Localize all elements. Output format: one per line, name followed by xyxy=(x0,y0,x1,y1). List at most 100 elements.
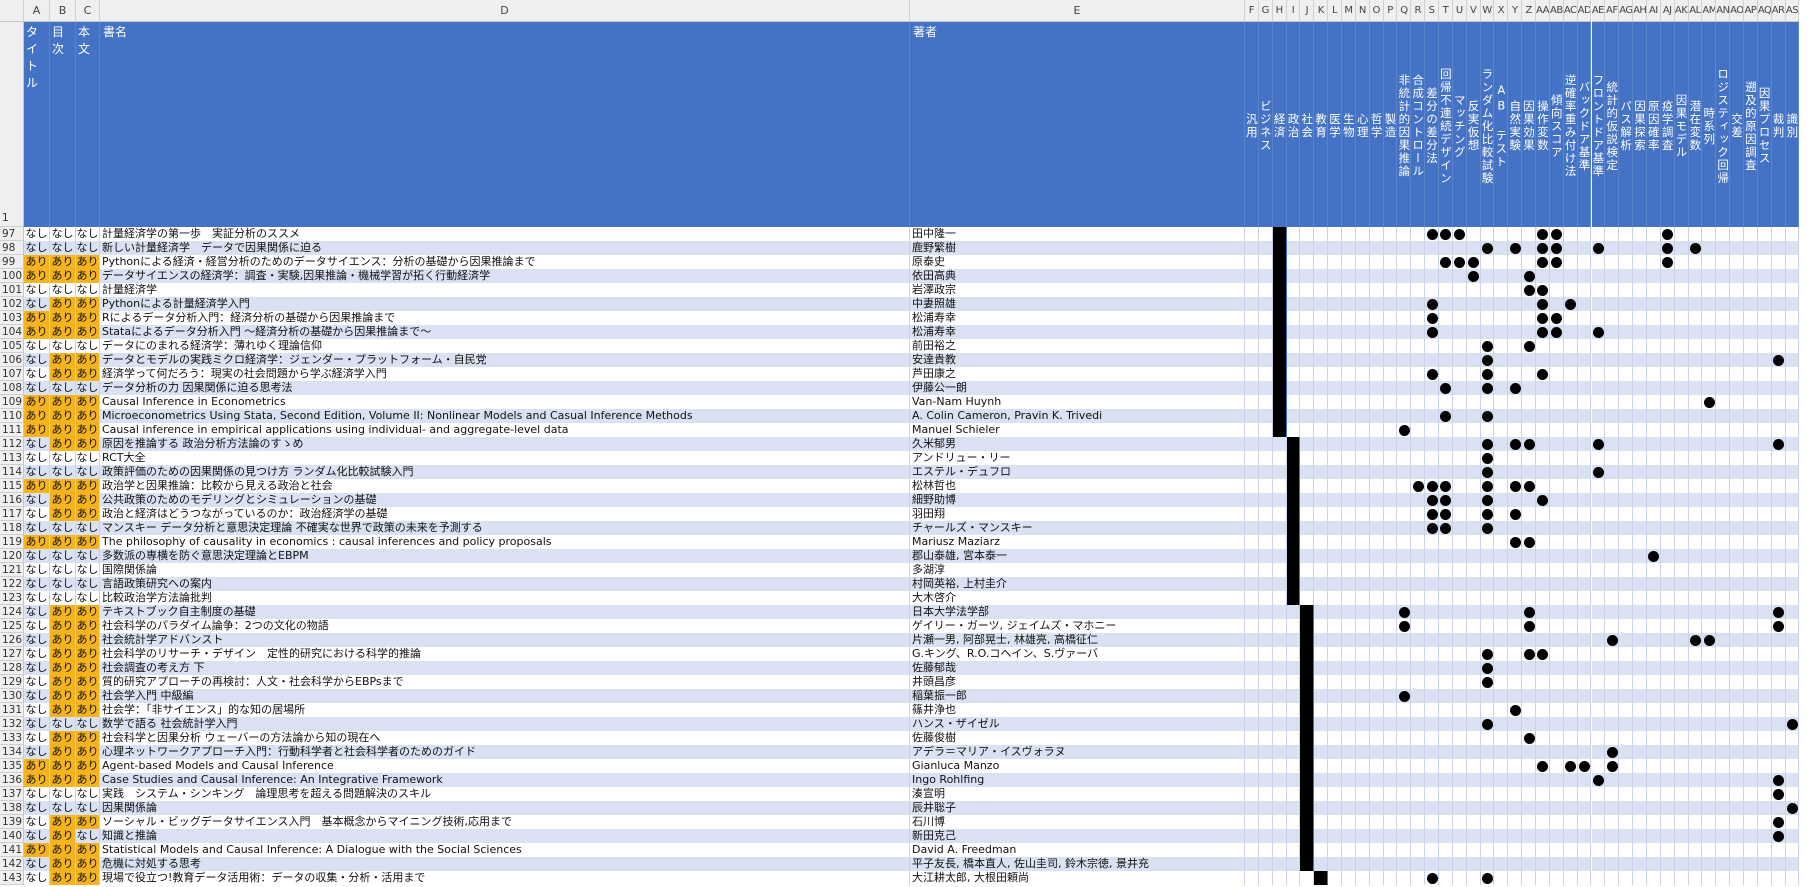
tag-cell-z[interactable] xyxy=(1522,591,1537,605)
availability-c-cell[interactable]: あり xyxy=(76,871,100,885)
tag-cell-aj[interactable] xyxy=(1660,423,1675,437)
tag-cell-al[interactable] xyxy=(1688,269,1703,283)
tag-cell-z[interactable] xyxy=(1522,535,1537,549)
tag-cell-aa[interactable] xyxy=(1536,717,1550,731)
header-a[interactable]: タイトル xyxy=(24,22,50,227)
tag-cell-ap[interactable] xyxy=(1743,619,1758,633)
tag-cell-w[interactable] xyxy=(1480,703,1495,717)
tag-cell-u[interactable] xyxy=(1452,773,1467,787)
tag-cell-j[interactable] xyxy=(1300,521,1315,535)
tag-cell-ap[interactable] xyxy=(1743,745,1758,759)
tag-cell-y[interactable] xyxy=(1508,423,1523,437)
tag-cell-ab[interactable] xyxy=(1549,241,1564,255)
tag-cell-aa[interactable] xyxy=(1536,241,1550,255)
tag-cell-v[interactable] xyxy=(1466,353,1481,367)
tag-cell-ar[interactable] xyxy=(1771,367,1786,381)
tag-cell-v[interactable] xyxy=(1466,647,1481,661)
tag-cell-i[interactable] xyxy=(1286,311,1301,325)
tag-cell-al[interactable] xyxy=(1688,675,1703,689)
availability-b-cell[interactable]: なし xyxy=(50,563,76,577)
tag-cell-ab[interactable] xyxy=(1549,563,1564,577)
tag-cell-g[interactable] xyxy=(1258,241,1273,255)
tag-cell-h[interactable] xyxy=(1272,283,1287,297)
tag-cell-i[interactable] xyxy=(1286,381,1301,395)
tag-cell-ak[interactable] xyxy=(1674,409,1689,423)
tag-cell-am[interactable] xyxy=(1702,787,1717,801)
tag-cell-ai[interactable] xyxy=(1646,353,1661,367)
tag-cell-p[interactable] xyxy=(1383,437,1398,451)
tag-cell-n[interactable] xyxy=(1355,395,1370,409)
tag-cell-am[interactable] xyxy=(1702,745,1717,759)
tag-cell-ab[interactable] xyxy=(1549,311,1564,325)
tag-cell-f[interactable] xyxy=(1245,745,1259,759)
book-title-cell[interactable]: 社会調査の考え方 下 xyxy=(100,661,910,675)
tag-cell-p[interactable] xyxy=(1383,241,1398,255)
author-cell[interactable]: 依田高典 xyxy=(910,269,1245,283)
tag-cell-k[interactable] xyxy=(1314,675,1329,689)
tag-cell-ai[interactable] xyxy=(1646,325,1661,339)
tag-cell-t[interactable] xyxy=(1439,773,1453,787)
tag-cell-m[interactable] xyxy=(1342,703,1356,717)
tag-cell-i[interactable] xyxy=(1286,563,1301,577)
author-cell[interactable]: 井頭昌彦 xyxy=(910,675,1245,689)
tag-cell-ab[interactable] xyxy=(1549,689,1564,703)
author-cell[interactable]: 平子友長, 橋本直人, 佐山圭司, 鈴木宗徳, 景井充 xyxy=(910,857,1245,871)
tag-cell-x[interactable] xyxy=(1494,857,1509,871)
header-j[interactable]: 社会 xyxy=(1300,22,1315,227)
tag-cell-ad[interactable] xyxy=(1577,241,1592,255)
tag-cell-v[interactable] xyxy=(1466,787,1481,801)
tag-cell-v[interactable] xyxy=(1466,465,1481,479)
tag-cell-p[interactable] xyxy=(1383,633,1398,647)
tag-cell-al[interactable] xyxy=(1688,759,1703,773)
tag-cell-p[interactable] xyxy=(1383,227,1398,241)
column-header-f[interactable]: F xyxy=(1245,0,1259,22)
tag-cell-an[interactable] xyxy=(1716,381,1731,395)
tag-cell-m[interactable] xyxy=(1342,591,1356,605)
tag-cell-ap[interactable] xyxy=(1743,381,1758,395)
tag-cell-ag[interactable] xyxy=(1619,871,1634,885)
tag-cell-ap[interactable] xyxy=(1743,535,1758,549)
tag-cell-ah[interactable] xyxy=(1633,619,1647,633)
tag-cell-j[interactable] xyxy=(1300,619,1315,633)
tag-cell-ai[interactable] xyxy=(1646,493,1661,507)
tag-cell-af[interactable] xyxy=(1605,521,1620,535)
select-all-corner[interactable] xyxy=(0,0,24,22)
row-number[interactable]: 104 xyxy=(0,325,24,339)
tag-cell-w[interactable] xyxy=(1480,717,1495,731)
tag-cell-ae[interactable] xyxy=(1591,605,1606,619)
header-af[interactable]: 統計的仮説検定 xyxy=(1605,22,1620,227)
tag-cell-af[interactable] xyxy=(1605,367,1620,381)
tag-cell-z[interactable] xyxy=(1522,745,1537,759)
tag-cell-u[interactable] xyxy=(1452,367,1467,381)
tag-cell-f[interactable] xyxy=(1245,633,1259,647)
tag-cell-p[interactable] xyxy=(1383,661,1398,675)
tag-cell-ac[interactable] xyxy=(1563,311,1578,325)
tag-cell-ar[interactable] xyxy=(1771,493,1786,507)
tag-cell-j[interactable] xyxy=(1300,437,1315,451)
tag-cell-al[interactable] xyxy=(1688,283,1703,297)
row-number[interactable]: 132 xyxy=(0,717,24,731)
tag-cell-w[interactable] xyxy=(1480,549,1495,563)
tag-cell-ap[interactable] xyxy=(1743,829,1758,843)
tag-cell-ao[interactable] xyxy=(1730,325,1744,339)
tag-cell-h[interactable] xyxy=(1272,493,1287,507)
availability-b-cell[interactable]: あり xyxy=(50,535,76,549)
tag-cell-y[interactable] xyxy=(1508,409,1523,423)
tag-cell-ae[interactable] xyxy=(1591,787,1606,801)
tag-cell-ac[interactable] xyxy=(1563,857,1578,871)
tag-cell-an[interactable] xyxy=(1716,255,1731,269)
tag-cell-z[interactable] xyxy=(1522,857,1537,871)
tag-cell-y[interactable] xyxy=(1508,241,1523,255)
tag-cell-p[interactable] xyxy=(1383,843,1398,857)
tag-cell-g[interactable] xyxy=(1258,395,1273,409)
tag-cell-p[interactable] xyxy=(1383,871,1398,885)
tag-cell-ac[interactable] xyxy=(1563,675,1578,689)
tag-cell-g[interactable] xyxy=(1258,479,1273,493)
row-number[interactable]: 106 xyxy=(0,353,24,367)
tag-cell-i[interactable] xyxy=(1286,857,1301,871)
tag-cell-v[interactable] xyxy=(1466,297,1481,311)
tag-cell-ar[interactable] xyxy=(1771,283,1786,297)
tag-cell-y[interactable] xyxy=(1508,759,1523,773)
tag-cell-ag[interactable] xyxy=(1619,843,1634,857)
row-number[interactable]: 97 xyxy=(0,227,24,241)
